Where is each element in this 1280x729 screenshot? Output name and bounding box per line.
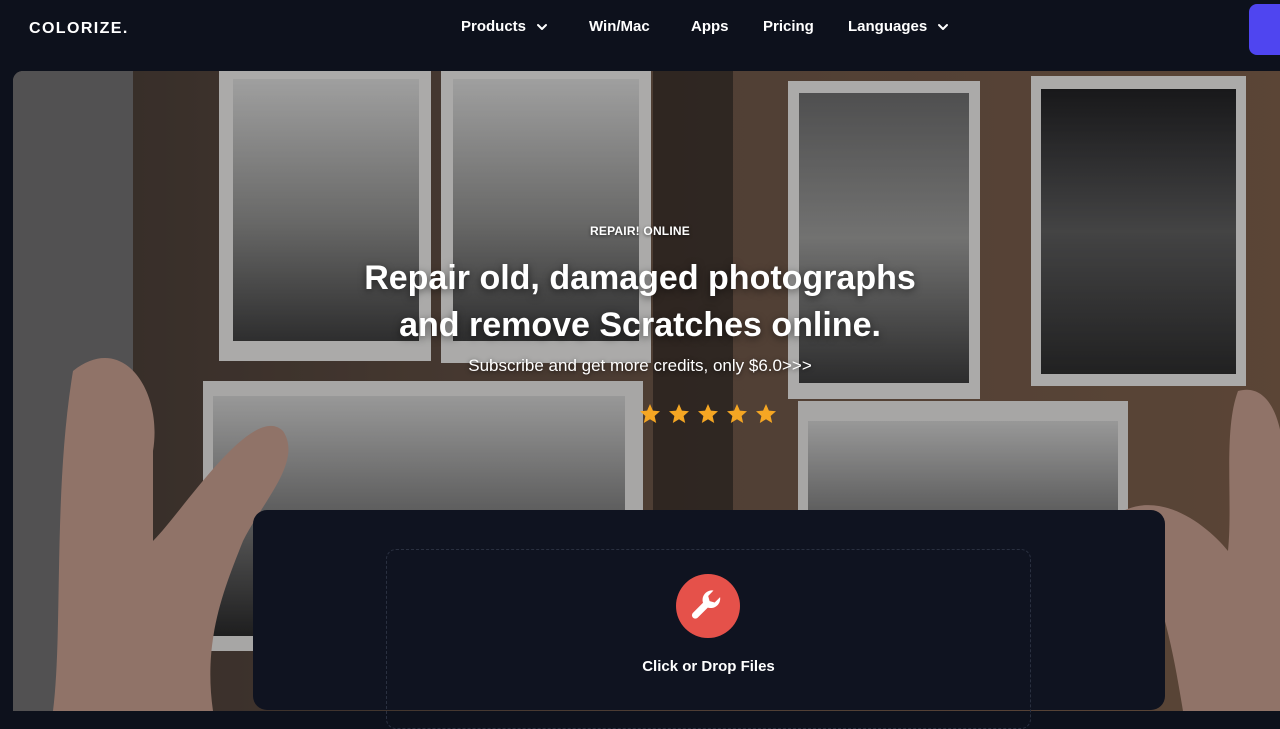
nav-item-pricing[interactable]: Pricing [763, 18, 814, 35]
hero-headline-line-2: and remove Scratches online. [399, 306, 881, 344]
drop-files-label: Click or Drop Files [642, 658, 775, 675]
star-icon [698, 404, 718, 423]
rating-stars [638, 402, 778, 426]
subscribe-link[interactable]: Subscribe and get more credits, only $6.… [13, 356, 1267, 376]
star-icon [640, 404, 660, 423]
nav-item-label: Languages [848, 18, 928, 35]
nav-item-products[interactable]: Products [461, 18, 549, 35]
nav-item-label: Pricing [763, 18, 814, 35]
hero-headline-line-1: Repair old, damaged photographs [364, 259, 916, 297]
file-dropzone[interactable]: Click or Drop Files [386, 549, 1031, 729]
star-icon [756, 404, 776, 423]
upload-card: Click or Drop Files [253, 510, 1165, 729]
nav-menu: Products Win/Mac Apps Pricing Languages [0, 18, 1280, 40]
chevron-down-icon [537, 23, 548, 30]
nav-item-label: Apps [691, 18, 729, 35]
top-nav: COLORIZE. Products Win/Mac Apps Pricing … [0, 0, 1280, 56]
cta-button[interactable] [1249, 4, 1280, 55]
nav-item-apps[interactable]: Apps [691, 18, 729, 35]
star-icon [727, 404, 747, 423]
nav-item-label: Win/Mac [589, 18, 650, 35]
wrench-icon [676, 574, 740, 638]
nav-item-languages[interactable]: Languages [848, 18, 950, 35]
hero-headline: Repair old, damaged photographs and remo… [13, 255, 1267, 349]
chevron-down-icon [938, 23, 949, 30]
star-icon [669, 404, 689, 423]
hero-eyebrow: REPAIR! ONLINE [590, 224, 690, 238]
nav-item-win-mac[interactable]: Win/Mac [589, 18, 650, 35]
nav-item-label: Products [461, 18, 527, 35]
